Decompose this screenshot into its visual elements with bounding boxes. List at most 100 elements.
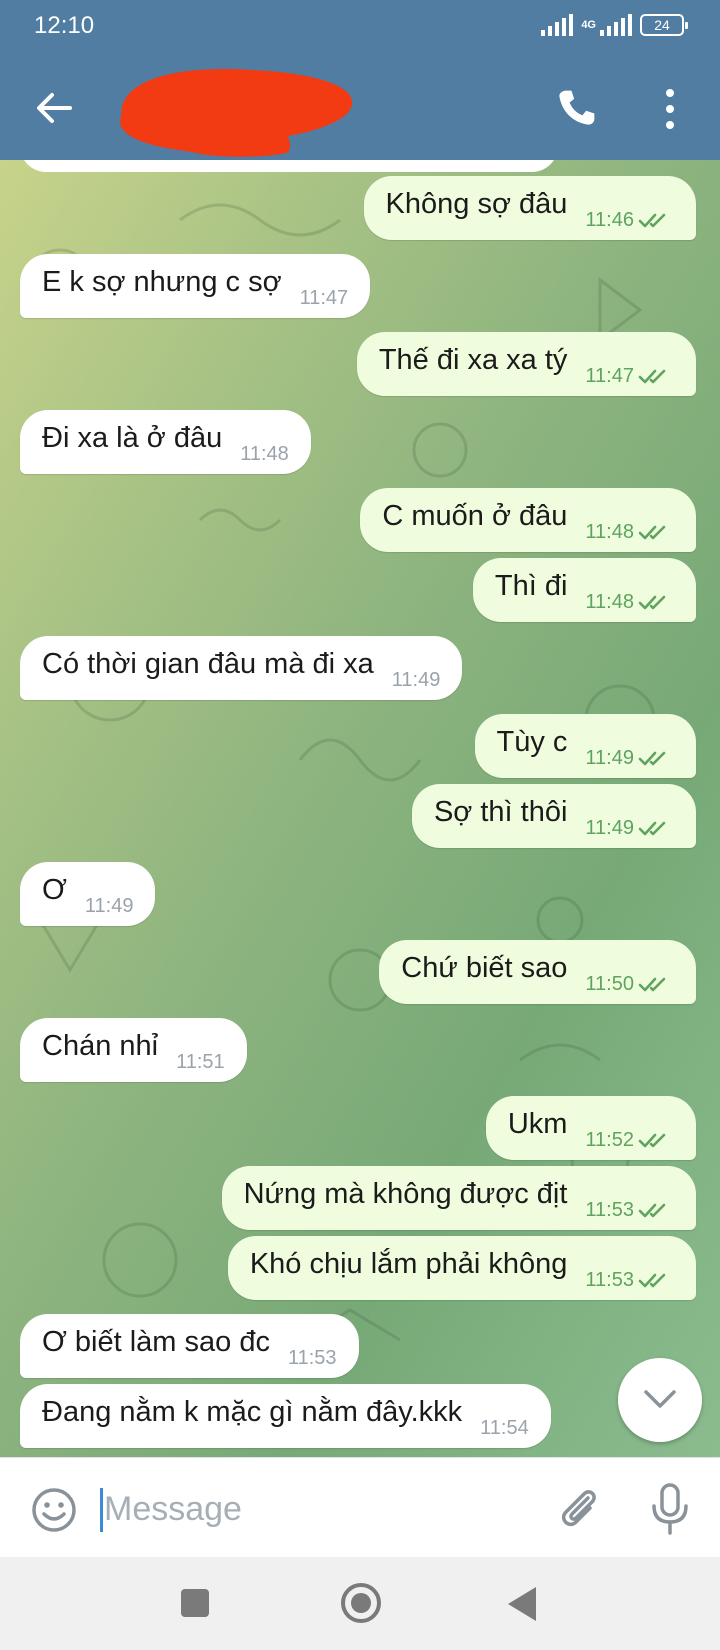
double-check-icon (638, 525, 666, 540)
message-text: Khó chịu lắm phải không (249, 1247, 568, 1280)
outgoing-message[interactable]: C muốn ở đâu 11:48 (360, 488, 696, 552)
status-bar: 12:10 4G 24 (0, 0, 720, 56)
message-text: Chứ biết sao (401, 951, 568, 984)
message-time: 11:47 (585, 364, 634, 387)
message-meta: 11:48 (240, 443, 289, 466)
outgoing-message[interactable]: Chứ biết sao 11:50 (379, 940, 696, 1004)
message-meta: 11:50 (585, 973, 674, 996)
message-text: Nứng mà không được địt (243, 1177, 568, 1210)
battery-icon: 24 (640, 14, 688, 36)
incoming-message[interactable]: E k sợ nhưng c sợ 11:47 (20, 254, 371, 318)
message-text: C muốn ở đâu (382, 499, 568, 532)
message-text: Ukm (507, 1107, 568, 1140)
incoming-message[interactable]: Đang nằm k mặc gì nằm đây.kkk 11:54 (20, 1384, 551, 1448)
status-time: 12:10 (34, 12, 95, 39)
message-time: 11:49 (84, 894, 134, 917)
recents-button[interactable] (181, 1589, 209, 1617)
message-text: Ơ biết làm sao đc (42, 1325, 270, 1358)
message-time: 11:49 (585, 746, 634, 769)
message-text: Thì đi (494, 569, 568, 602)
message-meta: 11:49 (392, 669, 441, 692)
message-list[interactable]: Không sợ đâu 11:46 E k sợ nhưng c sợ 11:47 T… (0, 160, 720, 1457)
double-check-icon (638, 1133, 666, 1148)
message-time: 11:49 (585, 816, 634, 839)
outgoing-message[interactable]: Không sợ đâu 11:46 (363, 176, 696, 240)
message-meta: 11:48 (585, 591, 674, 614)
emoji-icon[interactable] (30, 1486, 78, 1534)
incoming-message[interactable]: Ơ 11:49 (20, 862, 156, 926)
message-time: 11:51 (176, 1050, 225, 1073)
signal-icon-2 (600, 14, 632, 36)
message-time: 11:53 (585, 1268, 634, 1291)
outgoing-message[interactable]: Tùy c 11:49 (474, 714, 696, 778)
message-meta: 11:53 (585, 1269, 674, 1292)
outgoing-message[interactable]: Thế đi xa xa tý 11:47 (356, 332, 696, 396)
message-text: E k sợ nhưng c sợ (42, 265, 282, 298)
message-meta: 11:47 (300, 287, 349, 310)
double-check-icon (638, 595, 666, 610)
paperclip-icon[interactable] (554, 1484, 602, 1532)
system-nav-bar (0, 1557, 720, 1650)
message-time: 11:50 (585, 972, 634, 995)
message-time: 11:52 (585, 1128, 634, 1151)
more-vert-icon[interactable] (658, 86, 682, 132)
message-time: 11:46 (585, 208, 634, 231)
message-meta: 11:48 (585, 521, 674, 544)
home-button[interactable] (341, 1583, 381, 1623)
message-time: 11:53 (585, 1198, 634, 1221)
message-text: Đang nằm k mặc gì nằm đây.kkk (42, 1395, 463, 1428)
message-meta: 11:49 (85, 895, 134, 918)
message-meta: 11:49 (585, 747, 674, 770)
redacted-contact-info[interactable] (112, 62, 362, 162)
outgoing-message[interactable]: Ukm 11:52 (485, 1096, 696, 1160)
message-meta: 11:53 (585, 1199, 674, 1222)
message-time: 11:49 (391, 668, 441, 691)
double-check-icon (638, 213, 666, 228)
chat-header (0, 56, 720, 160)
double-check-icon (638, 1203, 666, 1218)
double-check-icon (638, 751, 666, 766)
signal-icon (541, 14, 574, 36)
message-composer (0, 1457, 720, 1557)
outgoing-message[interactable]: Nứng mà không được địt 11:53 (221, 1166, 696, 1230)
message-text: Có thời gian đâu mà đi xa (42, 647, 374, 680)
scroll-to-bottom-button[interactable] (618, 1358, 702, 1442)
microphone-icon[interactable] (650, 1482, 690, 1536)
text-cursor (100, 1488, 103, 1532)
phone-icon[interactable] (554, 84, 598, 132)
message-meta: 11:52 (585, 1129, 674, 1152)
message-time: 11:53 (287, 1346, 337, 1369)
system-back-button[interactable] (508, 1587, 536, 1621)
message-time: 11:48 (585, 520, 634, 543)
outgoing-message[interactable]: Thì đi 11:48 (472, 558, 696, 622)
message-time: 11:48 (585, 590, 634, 613)
message-text: Thế đi xa xa tý (378, 343, 568, 376)
message-time: 11:54 (480, 1416, 529, 1439)
network-type-label: 4G (581, 19, 596, 31)
message-time: 11:47 (299, 286, 349, 309)
message-meta: 11:46 (585, 209, 674, 232)
double-check-icon (638, 821, 666, 836)
outgoing-message[interactable]: Sợ thì thôi 11:49 (411, 784, 696, 848)
message-text: Đi xa là ở đâu (42, 421, 223, 454)
message-text: Ơ (42, 873, 67, 906)
message-text: Tùy c (496, 725, 568, 758)
double-check-icon (638, 369, 666, 384)
outgoing-message[interactable]: Khó chịu lắm phải không 11:53 (227, 1236, 696, 1300)
message-meta: 11:49 (585, 817, 674, 840)
incoming-message[interactable]: Đi xa là ở đâu 11:48 (20, 410, 311, 474)
status-icons: 4G 24 (541, 14, 688, 36)
message-meta: 11:53 (288, 1347, 337, 1370)
incoming-message[interactable]: Có thời gian đâu mà đi xa 11:49 (20, 636, 463, 700)
message-text: Chán nhỉ (42, 1029, 159, 1062)
message-input[interactable] (104, 1484, 524, 1534)
incoming-message[interactable]: Chán nhỉ 11:51 (20, 1018, 247, 1082)
message-meta: 11:51 (176, 1051, 225, 1074)
chevron-down-icon (644, 1390, 676, 1408)
message-meta: 11:47 (585, 365, 674, 388)
truncated-message-bubble[interactable] (20, 160, 558, 172)
double-check-icon (638, 977, 666, 992)
back-arrow-icon[interactable] (30, 84, 78, 132)
incoming-message[interactable]: Ơ biết làm sao đc 11:53 (20, 1314, 359, 1378)
message-time: 11:48 (240, 442, 289, 465)
